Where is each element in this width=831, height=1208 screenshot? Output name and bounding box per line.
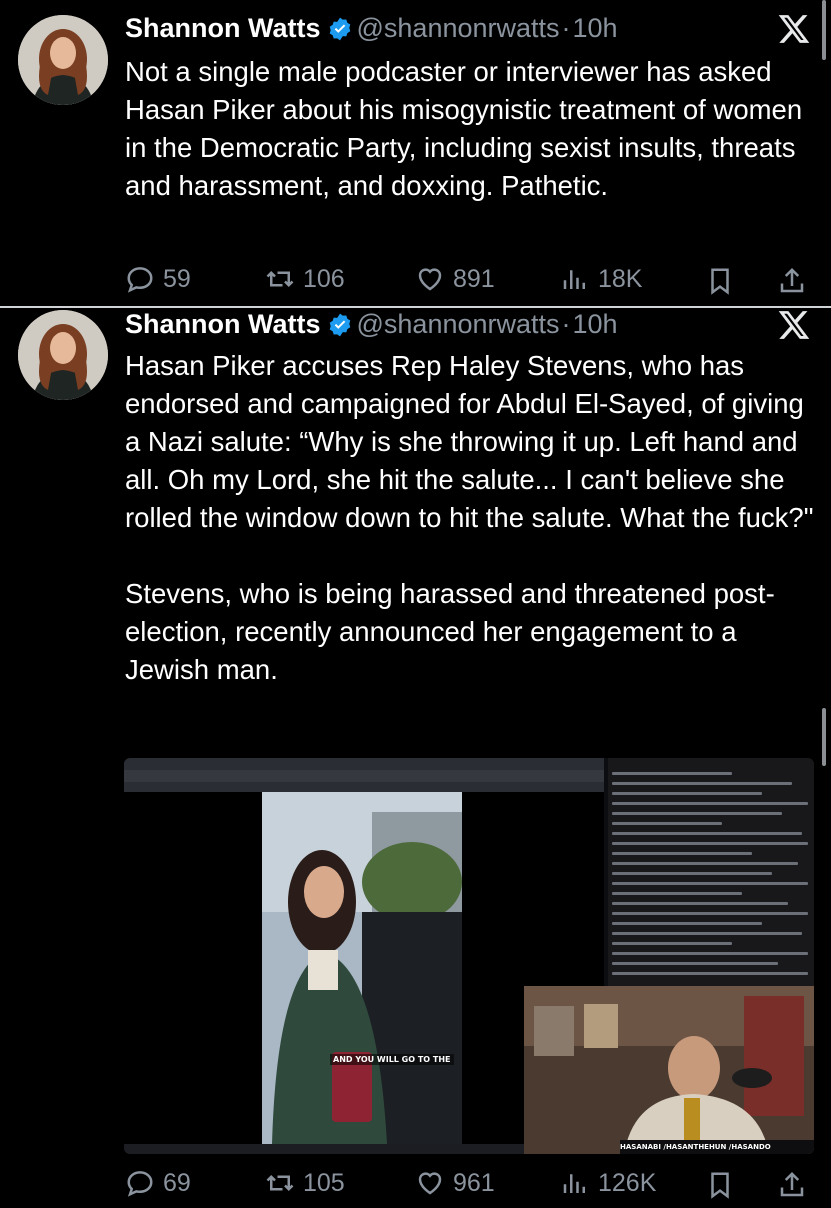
chat-message (612, 842, 808, 845)
tweet-header: Shannon Watts @shannonrwatts·10h (125, 12, 618, 44)
chat-message (612, 872, 772, 875)
author-name[interactable]: Shannon Watts (125, 13, 321, 43)
repost-icon (266, 270, 294, 288)
video-caption: AND YOU WILL GO TO THE (330, 1054, 454, 1065)
tweet-1[interactable]: Shannon Watts @shannonrwatts·10h Not a si… (0, 0, 831, 305)
reply-button[interactable]: 59 (125, 264, 191, 294)
tweet-time[interactable]: 10h (573, 309, 618, 339)
like-count: 891 (453, 264, 495, 293)
view-count: 126K (598, 1168, 657, 1197)
author-name[interactable]: Shannon Watts (125, 309, 321, 339)
chat-message (612, 972, 808, 975)
scrollbar-thumb[interactable] (822, 0, 826, 60)
webcam-still (524, 986, 814, 1154)
chat-message (612, 792, 762, 795)
tweet-text: Not a single male podcaster or interview… (125, 56, 810, 201)
heart-icon (418, 1172, 442, 1195)
bookmark-icon[interactable] (705, 266, 735, 296)
repost-button[interactable]: 105 (265, 1168, 345, 1198)
header-separator: · (561, 309, 571, 339)
chat-message (612, 932, 802, 935)
verified-badge-icon (329, 313, 350, 337)
tweet-text: Hasan Piker accuses Rep Haley Stevens, w… (125, 350, 814, 685)
chat-message (612, 962, 778, 965)
reply-icon (127, 1171, 153, 1197)
chat-message (612, 772, 732, 775)
x-logo-icon[interactable] (777, 12, 811, 46)
chat-message (612, 862, 798, 865)
reply-count: 69 (163, 1168, 191, 1197)
browser-address-bar (124, 770, 604, 782)
chat-message (612, 892, 742, 895)
video-still (262, 792, 462, 1144)
scrollbar-thumb[interactable] (822, 708, 826, 766)
repost-count: 105 (303, 1168, 345, 1197)
reply-count: 59 (163, 264, 191, 293)
views-icon (563, 270, 585, 289)
browser-tab-strip (124, 758, 604, 770)
views-button[interactable]: 126K (560, 1168, 656, 1198)
browser-bookmarks-bar (124, 782, 604, 792)
share-icon[interactable] (777, 1170, 807, 1200)
like-count: 961 (453, 1168, 495, 1197)
stream-handles-banner: HASANABI /HASANTHEHUN /HASANDO (620, 1140, 814, 1154)
avatar-photo (18, 15, 108, 105)
chat-message (612, 852, 752, 855)
chat-message (612, 822, 722, 825)
tweet-actions: 69 105 961 126K (125, 1168, 815, 1208)
chat-message (612, 912, 808, 915)
avatar-photo (18, 310, 108, 400)
repost-icon (266, 1174, 294, 1192)
author-avatar[interactable] (18, 310, 108, 400)
tweet-time[interactable]: 10h (573, 13, 618, 43)
chat-message (612, 882, 808, 885)
repost-count: 106 (303, 264, 345, 293)
chat-message (612, 902, 788, 905)
bookmark-icon[interactable] (705, 1170, 735, 1200)
tweet-actions: 59 106 891 18K (125, 264, 815, 304)
views-icon (563, 1174, 585, 1193)
reply-button[interactable]: 69 (125, 1168, 191, 1198)
views-button[interactable]: 18K (560, 264, 642, 294)
tweet-header: Shannon Watts @shannonrwatts·10h (125, 308, 618, 340)
chat-message (612, 812, 782, 815)
x-logo-icon[interactable] (777, 308, 811, 342)
like-button[interactable]: 961 (415, 1168, 495, 1198)
heart-icon (418, 268, 442, 291)
tweet-media[interactable]: AND YOU WILL GO TO THE HASANABI /HASANTH… (124, 758, 814, 1154)
chat-message (612, 942, 732, 945)
share-icon[interactable] (777, 266, 807, 296)
chat-message (612, 832, 802, 835)
header-separator: · (561, 13, 571, 43)
author-handle[interactable]: @shannonrwatts (357, 309, 560, 339)
streamer-webcam: HASANABI /HASANTHEHUN /HASANDO (524, 986, 814, 1154)
view-count: 18K (598, 264, 643, 293)
author-handle[interactable]: @shannonrwatts (357, 13, 560, 43)
chat-message (612, 952, 808, 955)
reply-icon (127, 267, 153, 293)
like-button[interactable]: 891 (415, 264, 495, 294)
chat-message (612, 922, 762, 925)
chat-message (612, 782, 792, 785)
video-frame: AND YOU WILL GO TO THE (262, 792, 462, 1144)
author-avatar[interactable] (18, 15, 108, 105)
chat-message (612, 802, 808, 805)
verified-badge-icon (329, 17, 350, 41)
repost-button[interactable]: 106 (265, 264, 345, 294)
